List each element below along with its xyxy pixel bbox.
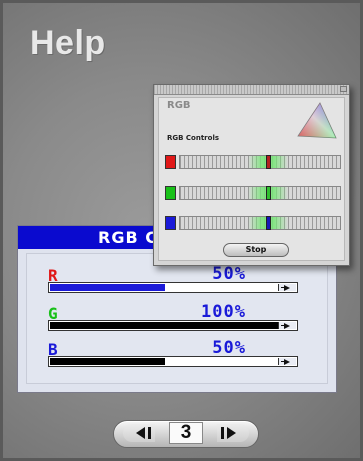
- page-number: 3: [169, 422, 203, 444]
- arrow-left-icon[interactable]: [123, 424, 155, 442]
- arrow-right-icon[interactable]: [217, 424, 249, 442]
- popup-titlebar[interactable]: [154, 85, 349, 95]
- channel-slider-r[interactable]: [48, 282, 298, 293]
- popup-slider-g[interactable]: [165, 183, 342, 203]
- channel-value-g: 100%: [201, 302, 246, 322]
- stop-button[interactable]: Stop: [223, 243, 289, 257]
- channel-slider-g[interactable]: [48, 320, 298, 331]
- channel-fill-b: [50, 358, 165, 365]
- popup-subtitle: RGB Controls: [167, 134, 220, 142]
- slider-marker-g[interactable]: [266, 186, 271, 200]
- swatch-r: [165, 155, 176, 169]
- close-icon[interactable]: [340, 86, 347, 92]
- popup-slider-b[interactable]: [165, 213, 342, 233]
- channel-fill-r: [50, 284, 165, 291]
- slider-marker-r[interactable]: [266, 155, 271, 169]
- page-navigator: 3: [113, 420, 259, 448]
- popup-slider-r[interactable]: [165, 152, 342, 172]
- color-triangle-icon: [294, 100, 338, 142]
- slider-strip-r[interactable]: [179, 155, 341, 169]
- slider-strip-g[interactable]: [179, 186, 341, 200]
- arrow-right-icon[interactable]: [278, 284, 296, 291]
- channel-value-r: 50%: [212, 264, 246, 284]
- channel-fill-g: [50, 322, 279, 329]
- slider-marker-b[interactable]: [266, 216, 271, 230]
- popup-name: RGB: [167, 100, 191, 111]
- channel-slider-b[interactable]: [48, 356, 298, 367]
- page-title: Help: [30, 24, 106, 62]
- slider-strip-b[interactable]: [179, 216, 341, 230]
- popup-content: RGB RGB Controls Stop: [158, 97, 345, 261]
- channel-value-b: 50%: [212, 338, 246, 358]
- swatch-g: [165, 186, 176, 200]
- channel-row-b: B 50%: [48, 338, 298, 370]
- arrow-right-icon[interactable]: [278, 358, 296, 365]
- channel-row-r: R 50%: [48, 264, 298, 296]
- channel-row-g: G 100%: [48, 302, 298, 334]
- rgb-controls-popup: RGB RGB Controls Stop: [153, 84, 350, 266]
- arrow-right-icon[interactable]: [278, 322, 296, 329]
- swatch-b: [165, 216, 176, 230]
